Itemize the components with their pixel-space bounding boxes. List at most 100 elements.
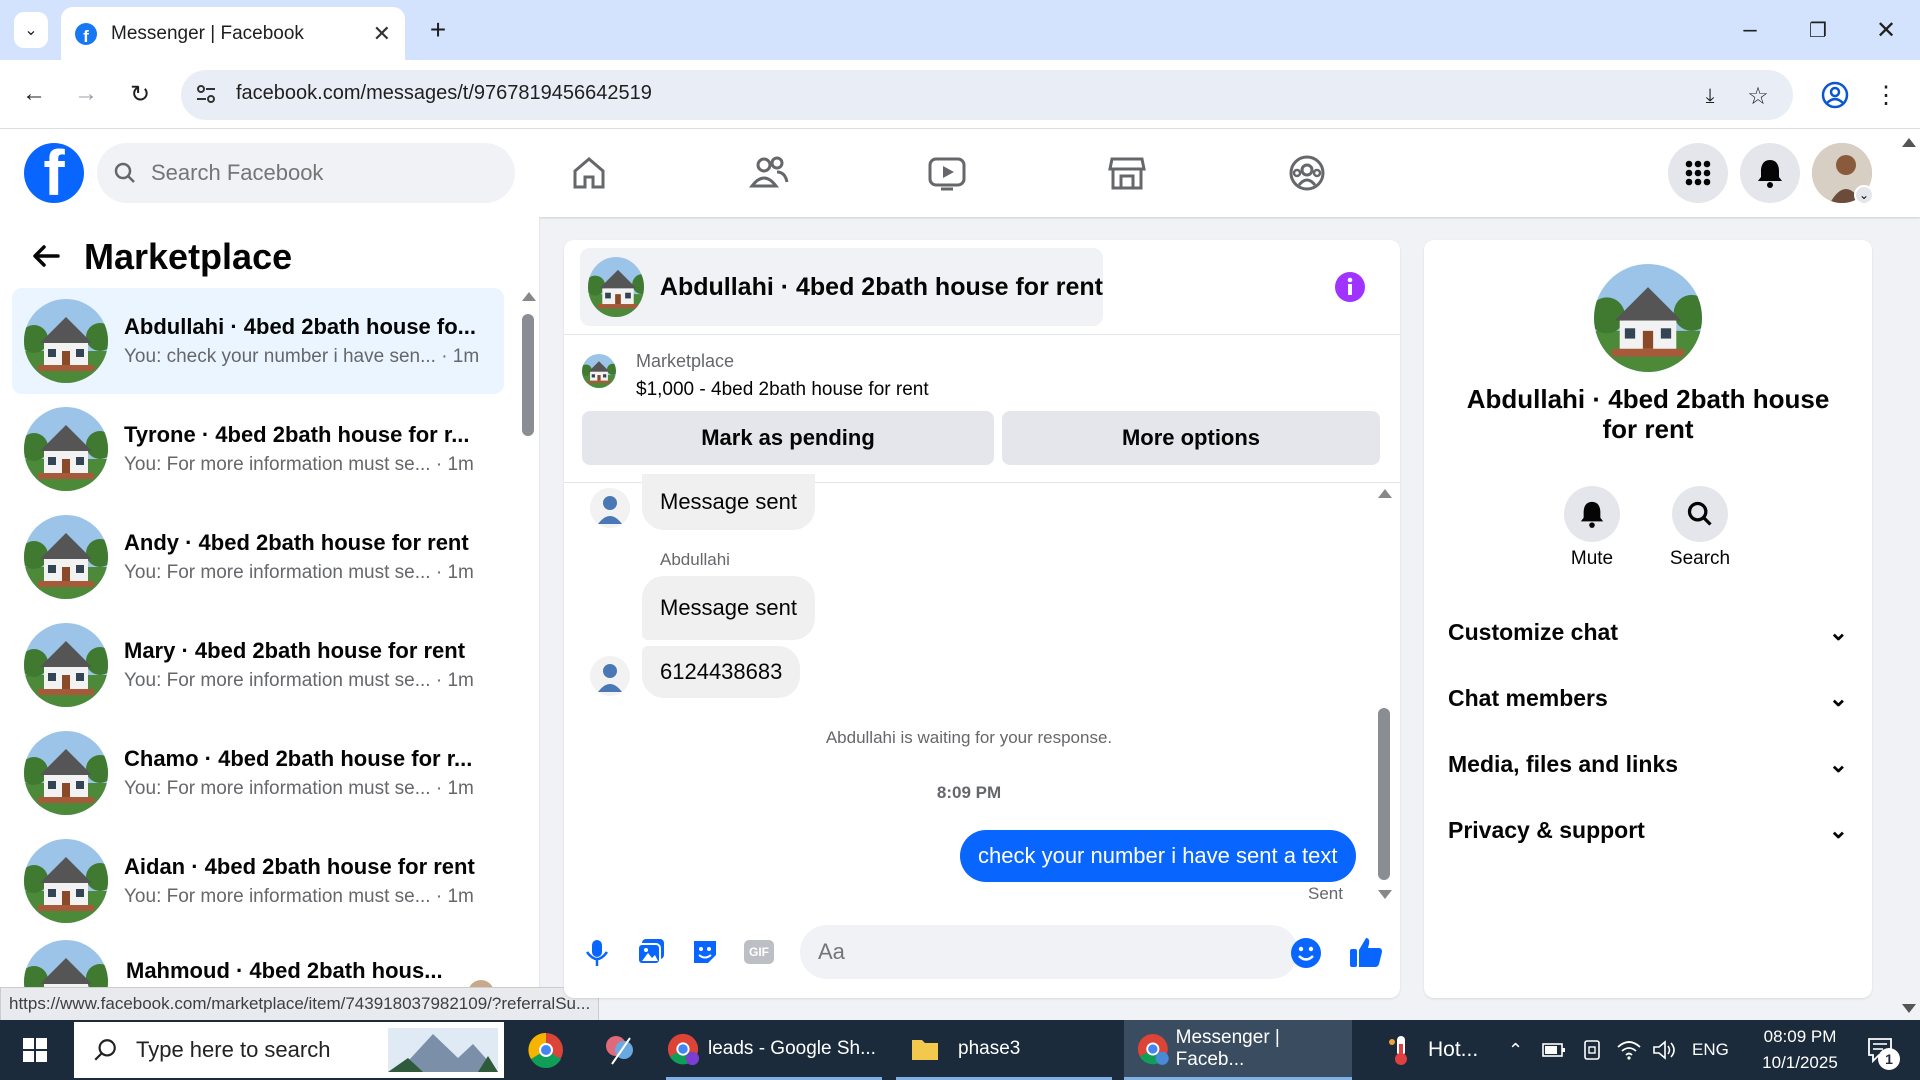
incoming-message-bubble[interactable]: 6124438683 [642,646,801,698]
microphone-icon[interactable] [584,938,610,973]
language-indicator[interactable]: ENG [1692,1020,1729,1080]
back-arrow-icon[interactable]: ← [16,76,52,112]
taskbar-app-leads[interactable]: leads - Google Sh... [666,1020,882,1080]
conversation-item[interactable]: Abdullahi · 4bed 2bath house fo... You: c… [12,288,504,394]
left-scrollbar-thumb[interactable] [522,314,534,436]
message-input[interactable] [816,938,1236,966]
divider [564,334,1400,335]
conversation-item[interactable]: Aidan · 4bed 2bath house for rent You: Fo… [12,828,504,934]
incoming-message-bubble[interactable]: Message sent [642,474,815,530]
taskbar-app-messenger[interactable]: Messenger | Faceb... [1124,1020,1352,1080]
video-icon[interactable] [922,150,972,196]
clock[interactable]: 08:09 PM 10/1/2025 [1740,1024,1860,1076]
section-label: Customize chat [1448,618,1618,645]
window-close-icon[interactable]: ✕ [1868,12,1904,48]
listing-avatar [24,407,108,491]
chat-scroll-down-arrow-icon[interactable] [1378,890,1392,899]
facebook-search-box[interactable] [97,143,515,203]
chat-scrollbar-thumb[interactable] [1378,708,1390,880]
profile-avatar[interactable] [1594,264,1702,372]
volume-icon[interactable] [1652,1020,1678,1080]
search-icon [1687,501,1712,526]
scroll-up-arrow-icon[interactable] [522,292,536,301]
media-files-links-section[interactable]: Media, files and links ⌄ [1448,734,1848,794]
show-hidden-icons-chevron-icon[interactable]: ⌃ [1508,1020,1532,1080]
listing-avatar [24,515,108,599]
tab-close-icon[interactable]: ✕ [373,21,391,47]
back-arrow-icon[interactable] [28,238,64,279]
browser-menu-icon[interactable]: ⋮ [1872,78,1900,112]
conversation-item[interactable]: Andy · 4bed 2bath house for rent You: For… [12,504,504,610]
taskbar-search-box[interactable]: Type here to search [74,1022,504,1078]
notifications-bell-icon[interactable] [1740,143,1800,203]
outgoing-message-bubble[interactable]: check your number i have sent a text [960,830,1356,882]
profile-icon[interactable] [1820,80,1850,115]
chat-members-section[interactable]: Chat members ⌄ [1448,668,1848,728]
facebook-logo-icon[interactable]: f [24,143,84,203]
chevron-down-icon: ⌄ [1828,684,1848,711]
page-scroll-down-icon[interactable] [1902,1004,1916,1013]
customize-chat-section[interactable]: Customize chat ⌄ [1448,602,1848,662]
device-icon[interactable] [1582,1020,1602,1080]
sender-avatar [590,656,630,696]
bookmark-star-icon[interactable]: ☆ [1742,80,1774,112]
install-app-icon[interactable]: ⤓ [1694,80,1726,112]
conversation-item[interactable]: Chamo · 4bed 2bath house for r... You: Fo… [12,720,504,826]
conversation-preview: You: For more information must se... · 1… [124,454,474,475]
sender-name: Abdullahi [660,550,730,569]
listing-title[interactable]: $1,000 - 4bed 2bath house for rent [636,379,929,401]
listing-avatar [24,839,108,923]
snipping-tool-icon[interactable] [600,1020,640,1080]
listing-avatar [24,623,108,707]
chat-scroll-up-arrow-icon[interactable] [1378,489,1392,498]
conversation-item[interactable]: Tyrone · 4bed 2bath house for r... You: F… [12,396,504,502]
listing-label: Marketplace [636,351,735,371]
section-label: Chat members [1448,684,1608,711]
tab-search-chevron-icon[interactable]: ⌄ [14,12,48,48]
more-options-button[interactable]: More options [1002,411,1380,465]
emoji-icon[interactable] [1290,937,1322,974]
url-text[interactable]: facebook.com/messages/t/9767819456642519 [236,82,652,105]
sticker-icon[interactable] [690,937,720,972]
taskbar-app-phase3[interactable]: phase3 [896,1020,1112,1080]
privacy-support-section[interactable]: Privacy & support ⌄ [1448,800,1848,860]
menu-grid-icon[interactable] [1668,143,1728,203]
thumbs-up-icon[interactable] [1348,934,1384,975]
battery-icon[interactable] [1542,1020,1566,1080]
chevron-down-icon: ⌄ [1828,816,1848,843]
facebook-search-input[interactable] [149,159,479,187]
chat-header[interactable]: Abdullahi · 4bed 2bath house for rent [580,248,1103,326]
search-in-chat-button[interactable] [1672,486,1728,542]
mute-button[interactable] [1564,486,1620,542]
groups-icon[interactable] [1282,150,1332,196]
site-settings-icon[interactable] [194,82,218,111]
windows-start-icon[interactable] [0,1020,70,1080]
wifi-icon[interactable] [1616,1020,1642,1080]
chat-title: Abdullahi · 4bed 2bath house for rent [659,272,1103,301]
section-label: Media, files and links [1448,750,1679,777]
account-chevron-icon[interactable]: ⌄ [1854,185,1874,205]
search-highlight-image [388,1028,498,1072]
forward-arrow-icon[interactable]: → [68,76,104,112]
photo-icon[interactable] [636,937,666,972]
gif-icon[interactable]: GIF [744,940,774,964]
marketplace-icon[interactable] [1102,150,1152,196]
listing-avatar [24,731,108,815]
minimize-icon[interactable]: – [1732,12,1768,48]
new-tab-plus-icon[interactable]: + [420,12,456,48]
chrome-taskbar-icon[interactable] [526,1020,566,1080]
chevron-down-icon: ⌄ [1828,618,1848,645]
incoming-message-bubble[interactable]: Message sent [642,576,815,640]
home-icon[interactable] [564,150,614,196]
reload-icon[interactable]: ↻ [122,76,158,112]
message-input-box[interactable] [800,925,1298,979]
browser-tab-messenger[interactable]: f Messenger | Facebook ✕ [61,7,405,60]
conversation-item[interactable]: Mary · 4bed 2bath house for rent You: For… [12,612,504,718]
mark-as-pending-button[interactable]: Mark as pending [582,411,994,465]
friends-icon[interactable] [744,150,794,196]
page-scroll-up-icon[interactable] [1902,138,1916,147]
restore-icon[interactable]: ❐ [1800,12,1836,48]
weather-widget[interactable]: Hot... [1386,1020,1496,1080]
notification-count-badge: 1 [1878,1048,1900,1070]
info-icon[interactable] [1334,271,1366,308]
